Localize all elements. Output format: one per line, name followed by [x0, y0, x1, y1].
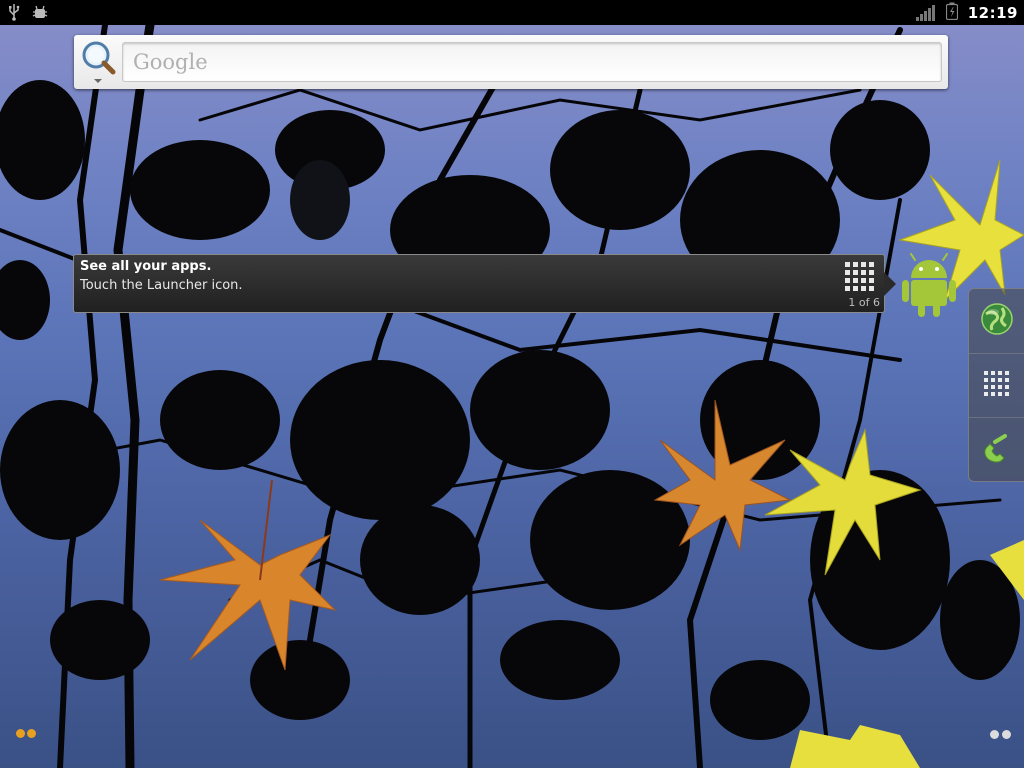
live-wallpaper — [0, 0, 1024, 768]
android-mascot-icon — [901, 252, 957, 318]
status-bar: 12:19 — [0, 0, 1024, 25]
browser-button[interactable] — [969, 289, 1024, 353]
phone-icon — [981, 432, 1013, 468]
page-dot — [27, 729, 36, 738]
hint-title: See all your apps. — [80, 259, 212, 274]
next-screens-indicator[interactable] — [990, 730, 1011, 739]
search-icon[interactable] — [80, 39, 120, 85]
debug-icon — [32, 4, 48, 24]
app-grid-icon — [983, 370, 1011, 402]
search-input[interactable]: Google — [122, 42, 942, 82]
search-placeholder: Google — [133, 50, 208, 74]
launcher-hint-tooltip[interactable]: See all your apps. Touch the Launcher ic… — [73, 254, 885, 313]
page-dot — [1002, 730, 1011, 739]
signal-icon — [915, 4, 936, 21]
launcher-button[interactable] — [969, 353, 1024, 418]
google-search-widget: Google — [74, 35, 948, 89]
hint-page-counter: 1 of 6 — [848, 296, 880, 309]
maple-leaf-yellow-3 — [790, 725, 920, 768]
hint-pointer — [884, 272, 896, 296]
phone-button[interactable] — [969, 417, 1024, 482]
page-dot — [16, 729, 25, 738]
app-dock — [968, 288, 1024, 482]
clock[interactable]: 12:19 — [968, 4, 1018, 22]
page-dot — [990, 730, 999, 739]
globe-icon — [980, 302, 1014, 340]
wallpaper-tree-silhouette — [0, 20, 1024, 768]
previous-screens-indicator[interactable] — [16, 729, 36, 738]
hint-body: Touch the Launcher icon. — [80, 278, 243, 293]
battery-icon — [945, 2, 958, 24]
usb-icon — [8, 3, 20, 25]
status-notifications[interactable] — [8, 3, 48, 25]
launcher-grid-icon — [844, 261, 876, 293]
